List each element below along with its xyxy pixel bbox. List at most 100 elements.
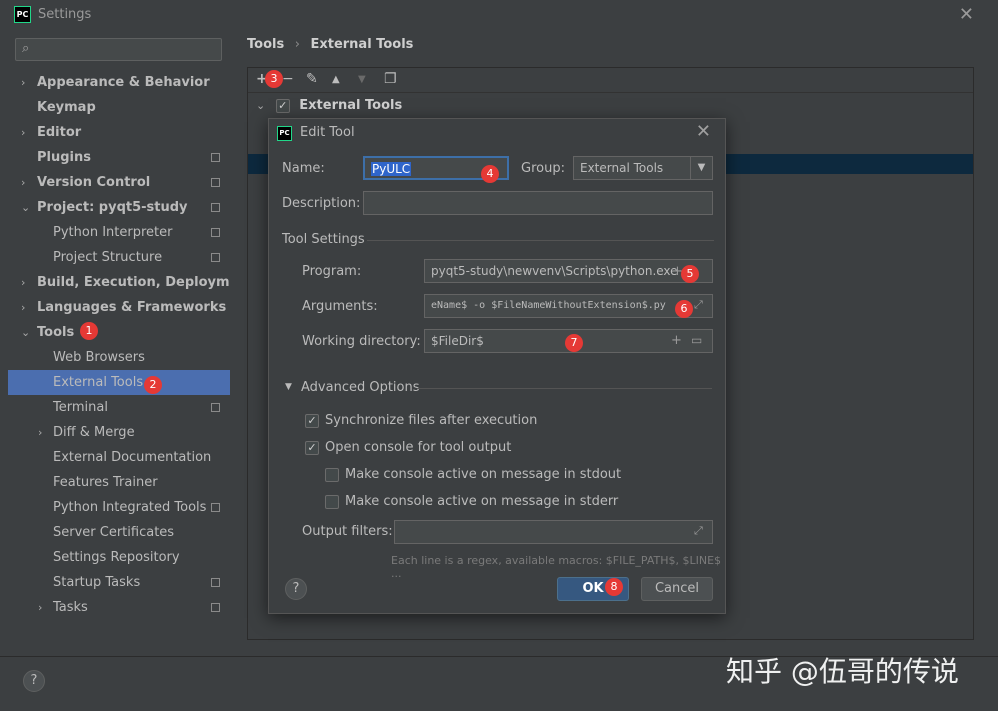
window-title: Settings: [38, 7, 92, 22]
working-directory-label: Working directory:: [302, 334, 421, 349]
external-tools-group-row[interactable]: ⌄ ✓ External Tools: [256, 96, 402, 116]
console-stderr-checkbox[interactable]: [325, 495, 339, 509]
breadcrumb-tools[interactable]: Tools: [247, 37, 284, 52]
step-badge: 4: [481, 165, 499, 183]
sidebar-item-tools[interactable]: ⌄ Tools: [8, 320, 230, 345]
help-button[interactable]: ?: [285, 578, 307, 600]
group-select-value: External Tools: [580, 161, 664, 175]
chevron-right-icon: ›: [38, 426, 43, 439]
output-filters-field[interactable]: [394, 520, 713, 544]
sidebar-item-settings-repository[interactable]: Settings Repository: [8, 545, 230, 570]
panel-toolbar: + − ✎ ▲ ▼ ❐ 3: [248, 68, 973, 93]
divider: [417, 388, 712, 389]
settings-window: PC Settings ✕ ⌕ › Appearance & Behavior …: [0, 0, 998, 711]
sidebar-item-server-certificates[interactable]: Server Certificates: [8, 520, 230, 545]
sidebar-item-build[interactable]: › Build, Execution, Deployment: [8, 270, 254, 295]
arguments-field[interactable]: eName$ -o $FileNameWithoutExtension$.py: [424, 294, 713, 318]
folder-icon[interactable]: ▭: [691, 333, 702, 347]
sidebar-item-diff-merge[interactable]: › Diff & Merge: [8, 420, 230, 445]
cancel-button[interactable]: Cancel: [641, 577, 713, 601]
plus-icon[interactable]: +: [671, 333, 682, 348]
tool-settings-heading: Tool Settings: [282, 232, 365, 247]
group-select[interactable]: External Tools ▼: [573, 156, 713, 180]
sidebar-item-appearance[interactable]: › Appearance & Behavior: [8, 70, 230, 95]
open-console-label: Open console for tool output: [325, 440, 512, 455]
open-console-checkbox[interactable]: ✓: [305, 441, 319, 455]
chevron-right-icon: ›: [21, 176, 26, 189]
help-button[interactable]: ?: [23, 670, 45, 692]
project-scope-icon: [211, 203, 220, 212]
chevron-right-icon: ›: [21, 76, 26, 89]
close-icon[interactable]: ✕: [696, 121, 711, 142]
move-up-button[interactable]: ▲: [332, 74, 340, 85]
arguments-label: Arguments:: [302, 299, 378, 314]
sidebar-item-languages[interactable]: › Languages & Frameworks: [8, 295, 230, 320]
sidebar-item-features-trainer[interactable]: Features Trainer: [8, 470, 230, 495]
step-badge: 3: [265, 70, 283, 88]
group-enabled-checkbox[interactable]: ✓: [275, 98, 290, 113]
project-scope-icon: [211, 228, 220, 237]
console-stdout-checkbox[interactable]: [325, 468, 339, 482]
collapse-triangle-icon[interactable]: ▼: [285, 382, 292, 392]
chevron-right-icon: ›: [38, 601, 43, 614]
project-scope-icon: [211, 603, 220, 612]
program-value: pyqt5-study\newvenv\Scripts\python.exe: [431, 264, 678, 278]
group-label: Group:: [521, 161, 565, 176]
copy-button[interactable]: ❐: [384, 71, 397, 87]
advanced-options-heading[interactable]: Advanced Options: [301, 380, 420, 395]
remove-button[interactable]: −: [282, 71, 294, 87]
step-badge: 5: [681, 265, 699, 283]
pycharm-icon: PC: [277, 126, 292, 141]
program-field[interactable]: pyqt5-study\newvenv\Scripts\python.exe: [424, 259, 713, 283]
program-label: Program:: [302, 264, 362, 279]
expand-icon[interactable]: ⤢: [694, 524, 703, 538]
divider: [367, 240, 714, 241]
expand-icon[interactable]: ⤢: [694, 298, 703, 312]
edit-button[interactable]: ✎: [306, 71, 318, 87]
sidebar-item-keymap[interactable]: Keymap: [8, 95, 230, 120]
sidebar-item-project-structure[interactable]: Project Structure: [8, 245, 230, 270]
sidebar-item-terminal[interactable]: Terminal: [8, 395, 230, 420]
description-field[interactable]: [363, 191, 713, 215]
breadcrumb-external-tools: External Tools: [310, 37, 414, 52]
sidebar-item-external-documentation[interactable]: External Documentation: [8, 445, 230, 470]
console-stderr-label: Make console active on message in stderr: [345, 494, 619, 509]
project-scope-icon: [211, 153, 220, 162]
pycharm-icon: PC: [14, 6, 31, 23]
settings-search-input[interactable]: ⌕: [15, 38, 222, 61]
sidebar-item-python-interpreter[interactable]: Python Interpreter: [8, 220, 230, 245]
breadcrumb: Tools › External Tools: [247, 37, 413, 52]
group-label: External Tools: [299, 98, 403, 113]
step-badge: 2: [144, 376, 162, 394]
chevron-right-icon: ›: [21, 301, 26, 314]
chevron-down-icon: ⌄: [256, 99, 266, 112]
project-scope-icon: [211, 403, 220, 412]
sidebar-item-startup-tasks[interactable]: Startup Tasks: [8, 570, 230, 595]
project-scope-icon: [211, 253, 220, 262]
breadcrumb-separator: ›: [294, 37, 300, 52]
sidebar-item-editor[interactable]: › Editor: [8, 120, 230, 145]
sidebar-item-external-tools[interactable]: External Tools: [8, 370, 230, 395]
description-label: Description:: [282, 196, 361, 211]
project-scope-icon: [211, 578, 220, 587]
watermark-text: 知乎 @伍哥的传说: [726, 655, 959, 688]
close-icon[interactable]: ✕: [959, 4, 974, 25]
sidebar-item-tasks[interactable]: › Tasks: [8, 595, 230, 620]
name-value: PyULC: [371, 162, 412, 176]
search-icon: ⌕: [22, 41, 30, 56]
working-directory-value: $FileDir$: [431, 334, 484, 348]
step-badge: 8: [605, 578, 623, 596]
move-down-button[interactable]: ▼: [358, 74, 366, 85]
chevron-down-icon: ⌄: [21, 201, 31, 214]
project-scope-icon: [211, 503, 220, 512]
console-stdout-label: Make console active on message in stdout: [345, 467, 622, 482]
step-badge: 1: [80, 322, 98, 340]
sidebar-item-project[interactable]: ⌄ Project: pyqt5-study: [8, 195, 230, 220]
sync-files-checkbox[interactable]: ✓: [305, 414, 319, 428]
sidebar-item-python-integrated-tools[interactable]: Python Integrated Tools: [8, 495, 230, 520]
sidebar-item-web-browsers[interactable]: Web Browsers: [8, 345, 230, 370]
step-badge: 7: [565, 334, 583, 352]
step-badge: 6: [675, 300, 693, 318]
sidebar-item-version-control[interactable]: › Version Control: [8, 170, 230, 195]
sidebar-item-plugins[interactable]: Plugins: [8, 145, 230, 170]
